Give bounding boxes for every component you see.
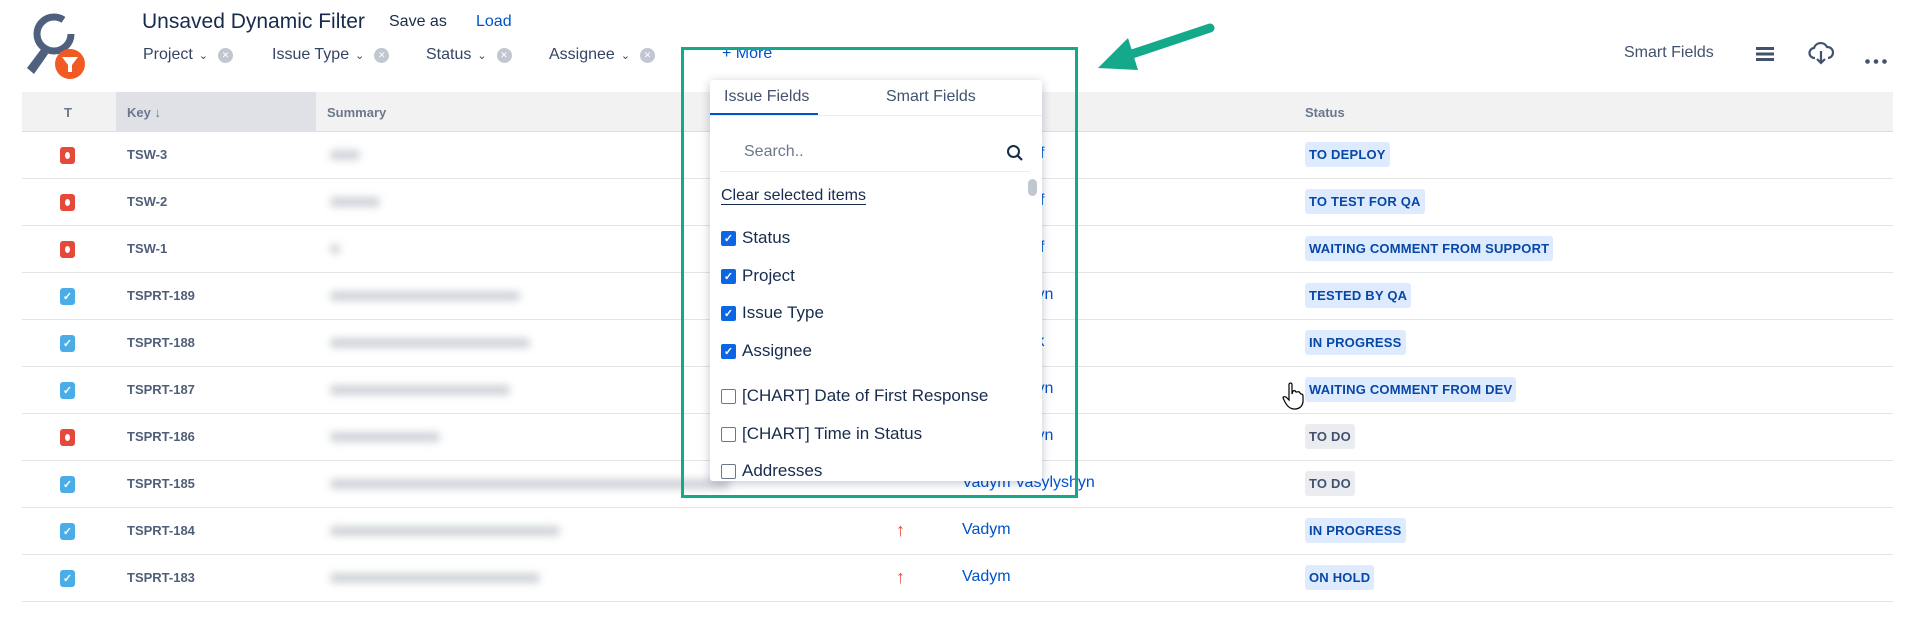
table-row[interactable] [22,508,1893,555]
remove-filter-icon[interactable]: ✕ [496,47,512,63]
remove-filter-icon[interactable]: ✕ [218,47,234,63]
task-icon: ✓ [60,382,75,399]
filter-assignee[interactable]: Assignee ⌄ ✕ [549,46,656,64]
chevron-down-icon: ⌄ [620,49,631,62]
remove-filter-icon[interactable]: ✕ [374,47,390,63]
summary-blurred [330,432,440,442]
filter-project[interactable]: Project ⌄ ✕ [143,46,234,64]
filter-status[interactable]: Status ⌄ ✕ [426,46,512,64]
bug-icon [60,241,75,258]
summary-blurred [330,150,360,160]
remove-filter-icon[interactable]: ✕ [640,47,656,63]
issue-key[interactable]: TSW-1 [127,241,167,256]
filter-label: Issue Type [272,46,350,63]
filter-label: Project [143,46,193,63]
status-badge: TO DO [1305,424,1355,449]
summary-blurred [330,385,510,395]
summary-blurred [330,197,380,207]
chevron-down-icon: ⌄ [198,49,209,62]
status-badge: TO DEPLOY [1305,142,1390,167]
issue-key[interactable]: TSPRT-184 [127,523,195,538]
highlight-box [681,47,1078,498]
hamburger-icon[interactable] [1756,47,1774,66]
task-icon: ✓ [60,335,75,352]
task-icon: ✓ [60,523,75,540]
smart-fields-button[interactable]: Smart Fields [1624,44,1714,62]
chevron-down-icon: ⌄ [355,49,365,62]
summary-blurred [330,526,560,536]
task-icon: ✓ [60,476,75,493]
hand-cursor-icon [1282,382,1304,415]
app-logo [22,10,92,82]
filter-label: Assignee [549,46,615,63]
summary-blurred [330,338,530,348]
filter-issue-type[interactable]: Issue Type ⌄ ✕ [272,46,390,64]
task-icon: ✓ [60,288,75,305]
arrow-annotation-icon [1090,20,1220,85]
bug-icon [60,194,75,211]
column-header-summary[interactable]: Summary [327,105,386,120]
issue-key[interactable]: TSPRT-183 [127,570,195,585]
bug-icon [60,429,75,446]
chevron-down-icon: ⌄ [477,49,487,62]
priority-high-icon: ↑ [896,520,905,540]
issue-key[interactable]: TSPRT-189 [127,288,195,303]
status-badge: TESTED BY QA [1305,283,1412,308]
column-header-status[interactable]: Status [1305,105,1345,120]
issue-key[interactable]: TSW-2 [127,194,167,209]
more-icon[interactable] [1865,51,1887,69]
issue-key[interactable]: TSPRT-188 [127,335,195,350]
save-as-button[interactable]: Save as [389,13,447,31]
cloud-download-icon[interactable] [1808,40,1835,71]
summary-blurred [330,291,520,301]
summary-blurred [330,573,540,583]
issue-key[interactable]: TSPRT-186 [127,429,195,444]
status-badge: IN PROGRESS [1305,518,1406,543]
column-header-type[interactable]: T [64,105,72,120]
status-badge: TO DO [1305,471,1355,496]
status-badge: WAITING COMMENT FROM DEV [1305,377,1517,402]
bug-icon [60,147,75,164]
status-badge: ON HOLD [1305,565,1375,590]
issue-key[interactable]: TSPRT-187 [127,382,195,397]
priority-high-icon: ↑ [896,567,905,587]
filter-label: Status [426,46,472,63]
status-badge: IN PROGRESS [1305,330,1406,355]
column-header-key[interactable]: Key ↓ [127,105,161,120]
task-icon: ✓ [60,570,75,587]
assignee-link[interactable]: Vadym [962,521,1011,539]
status-badge: TO TEST FOR QA [1305,189,1425,214]
load-button[interactable]: Load [476,13,512,31]
assignee-link[interactable]: Vadym [962,568,1011,586]
table-row[interactable] [22,555,1893,602]
summary-blurred [330,479,730,489]
status-badge: WAITING COMMENT FROM SUPPORT [1305,236,1554,261]
page-title: Unsaved Dynamic Filter [142,10,365,33]
issue-key[interactable]: TSW-3 [127,147,167,162]
issue-key[interactable]: TSPRT-185 [127,476,195,491]
summary-blurred [330,244,340,254]
